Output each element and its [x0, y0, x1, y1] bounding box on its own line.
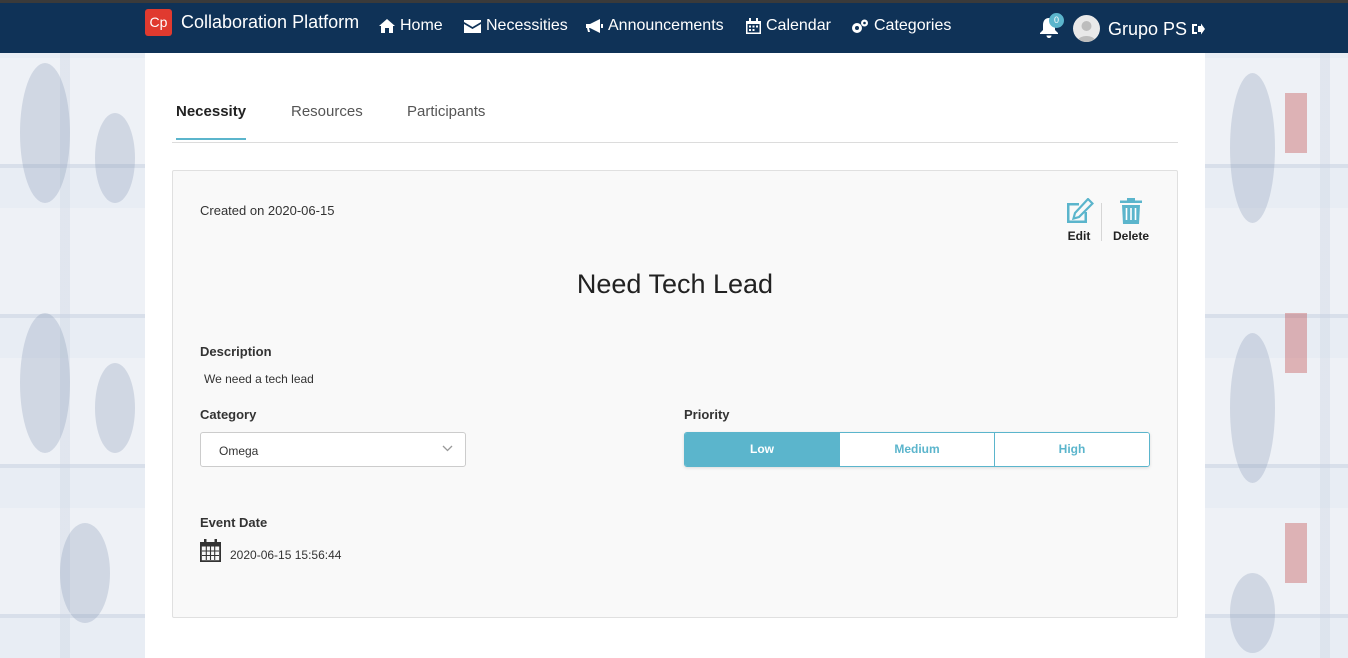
nav-home[interactable]: Home: [379, 17, 443, 35]
tab-resources[interactable]: Resources: [291, 103, 363, 138]
tab-participants[interactable]: Participants: [407, 103, 485, 138]
delete-button[interactable]: Delete: [1109, 198, 1153, 243]
nav-announcements-label: Announcements: [608, 17, 724, 34]
event-date-label: Event Date: [200, 515, 268, 530]
trash-icon: [1120, 198, 1142, 224]
nav-necessities[interactable]: Necessities: [464, 17, 568, 35]
priority-medium-button[interactable]: Medium: [840, 433, 995, 466]
nav-necessities-label: Necessities: [486, 17, 568, 34]
tab-bar: Necessity Resources Participants: [172, 93, 1178, 143]
user-icon: [1077, 21, 1096, 42]
notification-badge: 0: [1049, 13, 1064, 28]
avatar[interactable]: [1073, 15, 1100, 42]
edit-button[interactable]: Edit: [1061, 198, 1097, 243]
created-date: Created on 2020-06-15: [200, 203, 335, 218]
description-label: Description: [200, 344, 272, 359]
necessity-title: Need Tech Lead: [576, 269, 774, 299]
home-icon: [379, 19, 395, 33]
nav-calendar-label: Calendar: [766, 17, 831, 34]
delete-label: Delete: [1112, 229, 1150, 243]
necessity-panel: Created on 2020-06-15 Edit Delete Need T…: [172, 170, 1178, 618]
category-label: Category: [200, 407, 257, 422]
nav-home-label: Home: [400, 17, 443, 34]
brand-name[interactable]: Collaboration Platform: [181, 12, 359, 33]
nav-categories[interactable]: Categories: [851, 17, 951, 35]
priority-high-button[interactable]: High: [995, 433, 1149, 466]
nav-categories-label: Categories: [874, 17, 952, 34]
nav-announcements[interactable]: Announcements: [586, 17, 724, 35]
chevron-down-icon: [442, 445, 453, 452]
priority-low-button[interactable]: Low: [685, 433, 840, 466]
action-divider: [1101, 203, 1102, 241]
priority-toggle-group: Low Medium High: [684, 432, 1150, 467]
calendar-icon: [200, 539, 221, 562]
main-container: Necessity Resources Participants Created…: [145, 53, 1205, 658]
brand-logo[interactable]: Cp: [145, 9, 172, 36]
sign-out-icon[interactable]: [1192, 23, 1205, 35]
cogs-icon: [852, 19, 868, 33]
event-date-value: 2020-06-15 15:56:44: [230, 548, 342, 562]
description-value: We need a tech lead: [204, 372, 314, 386]
edit-icon: [1067, 198, 1094, 223]
tab-necessity[interactable]: Necessity: [176, 103, 247, 140]
edit-label: Edit: [1067, 229, 1091, 243]
envelope-icon: [464, 19, 481, 33]
category-select[interactable]: Omega: [200, 432, 466, 467]
user-name[interactable]: Grupo PS: [1108, 19, 1187, 40]
calendar-icon: [746, 18, 761, 34]
category-select-value: Omega: [219, 444, 259, 458]
top-navbar: Cp Collaboration Platform Home Necessiti…: [0, 0, 1348, 53]
nav-calendar[interactable]: Calendar: [746, 17, 831, 35]
bullhorn-icon: [586, 19, 603, 33]
priority-label: Priority: [684, 407, 730, 422]
